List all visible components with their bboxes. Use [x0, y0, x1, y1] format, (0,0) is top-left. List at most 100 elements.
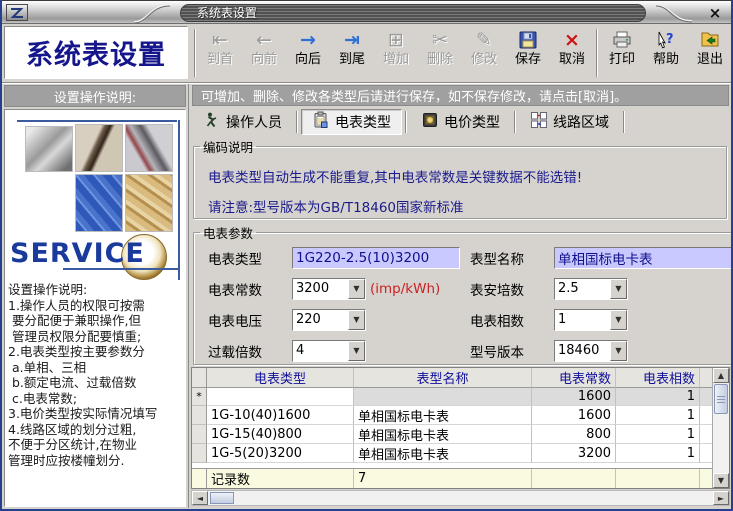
- operator-icon: [203, 111, 221, 133]
- cell-model-name[interactable]: 单相国标电卡表: [354, 425, 532, 444]
- cell-constant[interactable]: 800: [532, 425, 616, 444]
- modify-button[interactable]: ✎ 修改: [462, 26, 506, 80]
- grid-row[interactable]: 1G-10(40)1600 单相国标电卡表 1600 1: [192, 406, 712, 425]
- model-version-select[interactable]: 18460 ▼: [554, 340, 628, 362]
- photo-keyboard: [75, 174, 123, 232]
- cell-phase[interactable]: 1: [616, 444, 700, 463]
- vertical-scroll-thumb[interactable]: [714, 384, 728, 414]
- scroll-track[interactable]: [236, 491, 713, 505]
- grid-new-row[interactable]: * 1600 1: [192, 388, 712, 406]
- last-label: 到尾: [339, 52, 365, 67]
- cell-meter-type[interactable]: [207, 388, 354, 406]
- dropdown-icon[interactable]: ▼: [610, 279, 627, 299]
- scroll-up-button[interactable]: ▲: [713, 368, 729, 383]
- cancel-label: 取消: [559, 52, 585, 67]
- cancel-icon: ×: [564, 28, 580, 52]
- meter-constant-select[interactable]: 3200 ▼: [292, 278, 366, 300]
- row-selector[interactable]: [192, 444, 207, 463]
- cell-constant[interactable]: 1600: [532, 388, 616, 406]
- model-name-field[interactable]: [554, 247, 733, 269]
- coding-groupbox-legend: 编码说明: [200, 137, 256, 156]
- notice-bar: 可增加、删除、修改各类型后请进行保存，如不保存修改，请点击[取消]。: [192, 85, 729, 106]
- cell-extra: [700, 444, 712, 463]
- add-button[interactable]: ⊞ 增加: [374, 26, 418, 80]
- column-header-model-name[interactable]: 表型名称: [354, 368, 532, 388]
- close-button[interactable]: ×: [705, 3, 725, 23]
- cell-phase[interactable]: 1: [616, 425, 700, 444]
- exit-button[interactable]: 退出: [688, 26, 732, 80]
- collage-divider: [178, 120, 180, 280]
- column-header-constant[interactable]: 电表常数: [532, 368, 616, 388]
- meter-constant-value: 3200: [293, 279, 348, 299]
- cell-model-name[interactable]: 单相国标电卡表: [354, 444, 532, 463]
- coding-note-1: 电表类型自动生成不能重复,其中电表常数是关键数据不能选错!: [208, 166, 726, 186]
- last-button[interactable]: ⇥ 到尾: [330, 26, 374, 80]
- phase-select[interactable]: 1 ▼: [554, 309, 628, 331]
- tab-line-area[interactable]: 线路区域: [519, 109, 620, 135]
- tab-line-area-label: 线路区域: [553, 112, 609, 132]
- last-icon: ⇥: [344, 28, 360, 52]
- horizontal-scrollbar[interactable]: ◄ ►: [191, 490, 730, 506]
- titlebar: 系统表设置 ×: [2, 0, 731, 24]
- save-label: 保存: [515, 52, 541, 67]
- cell-model-name[interactable]: 单相国标电卡表: [354, 406, 532, 425]
- first-button[interactable]: ⇤ 到首: [198, 26, 242, 80]
- dropdown-icon[interactable]: ▼: [610, 341, 627, 361]
- help-label: 帮助: [653, 52, 679, 67]
- voltage-select[interactable]: 220 ▼: [292, 309, 366, 331]
- meter-type-field[interactable]: [292, 247, 460, 269]
- row-selector[interactable]: *: [192, 388, 207, 406]
- help-button[interactable]: ? 帮助: [644, 26, 688, 80]
- dropdown-icon[interactable]: ▼: [610, 310, 627, 330]
- notice-text: 可增加、删除、修改各类型后请进行保存，如不保存修改，请点击[取消]。: [201, 86, 627, 105]
- app-logo-icon: [6, 4, 28, 21]
- params-row: 过载倍数 4 ▼ 型号版本 18460 ▼: [194, 335, 733, 366]
- dropdown-icon[interactable]: ▼: [348, 310, 365, 330]
- tab-price-type[interactable]: 电价类型: [410, 109, 511, 135]
- cell-meter-type[interactable]: 1G-10(40)1600: [207, 406, 354, 425]
- row-selector[interactable]: [192, 425, 207, 444]
- grid-row[interactable]: 1G-5(20)3200 单相国标电卡表 3200 1: [192, 444, 712, 463]
- phase-label: 电表相数: [470, 310, 554, 330]
- footer-cell: [700, 469, 712, 488]
- tab-meter-type[interactable]: 电表类型: [301, 109, 402, 135]
- cell-meter-type[interactable]: 1G-15(40)800: [207, 425, 354, 444]
- save-button[interactable]: 保存: [506, 26, 550, 80]
- horizontal-scroll-thumb[interactable]: [210, 492, 234, 504]
- cell-phase[interactable]: 1: [616, 406, 700, 425]
- print-button[interactable]: 打印: [600, 26, 644, 80]
- cell-phase[interactable]: 1: [616, 388, 700, 406]
- tab-separator: [405, 111, 407, 133]
- scroll-right-button[interactable]: ►: [713, 491, 729, 505]
- body-area: 设置操作说明: SERVICE 设置操作说明: 1.操作人员的权限可按需 要分配…: [2, 82, 731, 509]
- row-selector[interactable]: [192, 406, 207, 425]
- overload-value: 4: [293, 341, 348, 361]
- cell-constant[interactable]: 3200: [532, 444, 616, 463]
- params-row: 电表常数 3200 ▼ (imp/kWh) 表安培数 2.5 ▼: [194, 273, 733, 304]
- close-icon: ×: [709, 4, 722, 22]
- column-header-meter-type[interactable]: 电表类型: [207, 368, 354, 388]
- scroll-down-button[interactable]: ▼: [713, 473, 729, 488]
- tab-operators[interactable]: 操作人员: [192, 109, 293, 135]
- dropdown-icon[interactable]: ▼: [348, 341, 365, 361]
- dropdown-icon[interactable]: ▼: [348, 279, 365, 299]
- scroll-track[interactable]: [713, 415, 729, 473]
- previous-button[interactable]: ← 向前: [242, 26, 286, 80]
- footer-cell: [532, 469, 616, 488]
- overload-select[interactable]: 4 ▼: [292, 340, 366, 362]
- delete-button[interactable]: ✂ 删除: [418, 26, 462, 80]
- column-header-phase[interactable]: 电表相数: [616, 368, 700, 388]
- next-button[interactable]: → 向后: [286, 26, 330, 80]
- voltage-value: 220: [293, 310, 348, 330]
- params-groupbox-legend: 电表参数: [200, 223, 256, 242]
- cancel-button[interactable]: × 取消: [550, 26, 594, 80]
- grid-footer-row: 记录数 7: [192, 469, 712, 488]
- cell-model-name[interactable]: [354, 388, 532, 406]
- cell-meter-type[interactable]: 1G-5(20)3200: [207, 444, 354, 463]
- ampere-select[interactable]: 2.5 ▼: [554, 278, 628, 300]
- cell-constant[interactable]: 1600: [532, 406, 616, 425]
- scroll-left-button[interactable]: ◄: [192, 491, 208, 505]
- vertical-scrollbar[interactable]: ▲ ▼: [712, 368, 729, 488]
- next-icon: →: [300, 28, 316, 52]
- grid-row[interactable]: 1G-15(40)800 单相国标电卡表 800 1: [192, 425, 712, 444]
